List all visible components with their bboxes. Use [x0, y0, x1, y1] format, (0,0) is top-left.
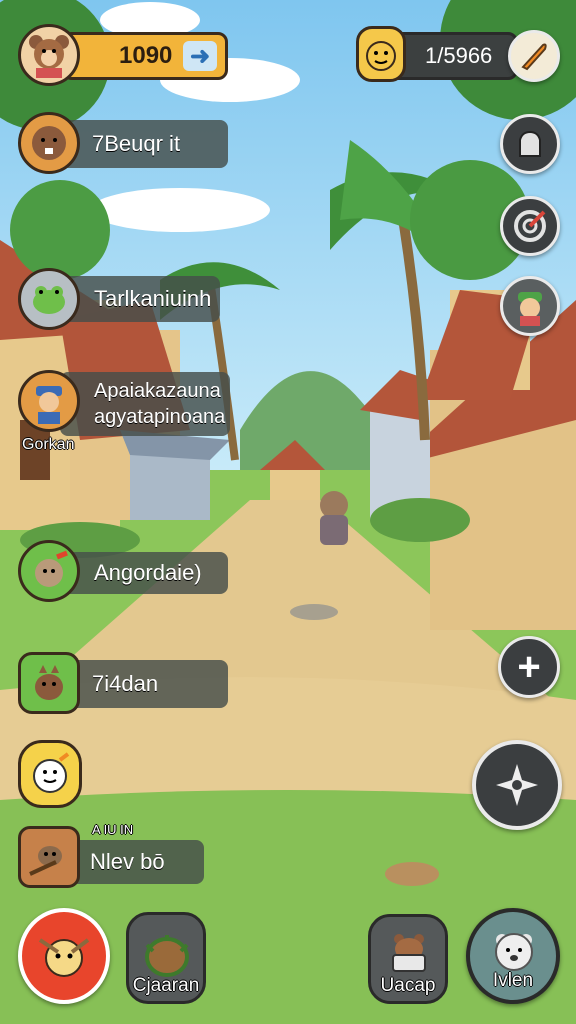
menu-item-2[interactable]: [18, 370, 80, 432]
beaver-icon: [32, 126, 66, 160]
menu-item-1[interactable]: [18, 268, 80, 330]
arrow-right-icon[interactable]: ➜: [183, 41, 217, 71]
snowman-icon: [33, 752, 70, 793]
menu-label-1[interactable]: Tarlkaniuinh: [60, 276, 220, 322]
glove-icon: [519, 130, 541, 157]
target-icon: [514, 210, 546, 242]
gem-mascot-icon[interactable]: [356, 26, 406, 82]
farmer-icon: [36, 386, 62, 424]
menu-label-0[interactable]: 7Beuqr it: [60, 120, 228, 168]
menu-item-0[interactable]: [18, 112, 80, 174]
menu-label-2-line1: Apaiakazauna: [94, 380, 221, 402]
menu-item-5[interactable]: [18, 740, 82, 808]
villager-icon: [518, 292, 542, 326]
add-button[interactable]: +: [498, 636, 560, 698]
raccoon-icon: [29, 846, 62, 876]
menu-label-4[interactable]: 7i4dan: [60, 660, 228, 708]
menu-item-6[interactable]: [18, 826, 80, 888]
menu-item-3[interactable]: [18, 540, 80, 602]
quill-icon: [521, 43, 547, 71]
player-avatar[interactable]: [18, 24, 80, 86]
quill-button[interactable]: [508, 30, 560, 82]
glove-button[interactable]: [500, 114, 560, 174]
target-button[interactable]: [500, 196, 560, 256]
chick-warrior-icon: [38, 938, 90, 977]
coins-value: 1090: [119, 42, 173, 69]
coins-bar[interactable]: 1090 ➜: [62, 32, 228, 80]
bear-bag-icon: [392, 934, 426, 972]
squirrel-icon: [35, 665, 63, 700]
cookie-icon: [35, 550, 68, 587]
shuriken-icon: [496, 764, 538, 806]
menu-label-2[interactable]: Apaiakazauna agyatapinoana: [60, 372, 230, 436]
main-action-button[interactable]: [18, 908, 110, 1004]
menu-label-3[interactable]: Angordaie): [60, 552, 228, 594]
menu-label-6[interactable]: Nlev bō: [60, 840, 204, 884]
menu-label-2-line2: agyatapinoana: [94, 406, 226, 428]
pet-button[interactable]: Ivlen: [466, 908, 560, 1004]
gems-bar[interactable]: 1/5966: [388, 32, 518, 80]
turtle-icon: [145, 935, 189, 977]
action-button[interactable]: [472, 740, 562, 830]
menu-item-4[interactable]: [18, 652, 80, 714]
gather-button[interactable]: Cjaaran: [126, 912, 206, 1004]
menu-sub-2: Gorkan: [22, 436, 75, 453]
villager-button[interactable]: [500, 276, 560, 336]
frog-icon: [33, 286, 65, 314]
plus-icon: +: [517, 645, 541, 689]
gems-value: 1/5966: [425, 43, 493, 68]
menu-small-6: A IU IN: [92, 822, 134, 837]
pack-button[interactable]: Uacap: [368, 914, 448, 1004]
pet-label: Ivlen: [492, 970, 534, 991]
bear-icon: [29, 35, 69, 78]
